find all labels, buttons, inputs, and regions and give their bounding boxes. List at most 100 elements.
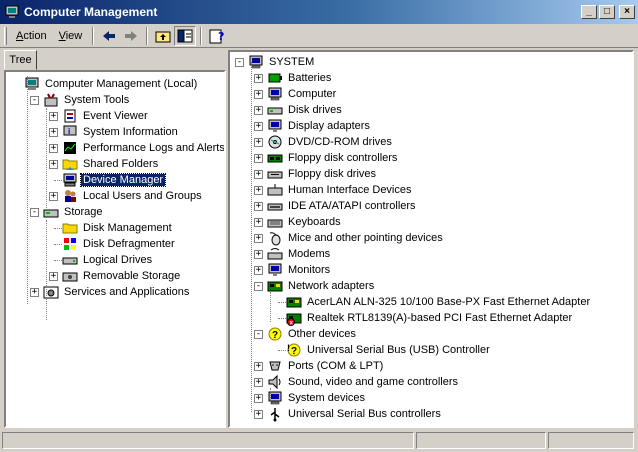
device-tree-label: Display adapters [288, 120, 370, 132]
collapse-button[interactable]: - [30, 96, 39, 105]
expand-button[interactable]: + [254, 234, 263, 243]
modem-icon [267, 248, 283, 260]
device-tree-label: Floppy disk controllers [288, 152, 398, 164]
tree-item-label: Services and Applications [64, 286, 190, 298]
expand-button[interactable]: + [49, 160, 58, 169]
expand-button[interactable]: + [49, 192, 58, 201]
device-tree-item[interactable]: ?! Universal Serial Bus (USB) Controller [286, 342, 492, 358]
back-button[interactable] [98, 26, 120, 46]
tree-item-system-tools[interactable]: System Tools [43, 92, 131, 108]
tree-item-logical-drives[interactable]: Logical Drives [62, 252, 154, 268]
expand-button[interactable]: + [254, 250, 263, 259]
device-tree-item[interactable]: Human Interface Devices [267, 182, 414, 198]
device-tree-item[interactable]: Network adapters [267, 278, 376, 294]
computer-management-icon [5, 5, 19, 18]
expand-button[interactable]: + [254, 378, 263, 387]
expand-button[interactable]: + [254, 394, 263, 403]
device-tree-item[interactable]: SYSTEM [248, 54, 316, 70]
expand-button[interactable]: + [254, 74, 263, 83]
device-tree-label: System devices [288, 392, 366, 404]
expand-button[interactable]: + [254, 122, 263, 131]
expand-button[interactable]: + [49, 112, 58, 121]
device-tree-item[interactable]: x Realtek RTL8139(A)-based PCI Fast Ether… [286, 310, 574, 326]
device-tree-label: Human Interface Devices [288, 184, 412, 196]
expand-button[interactable]: + [49, 144, 58, 153]
toolbar-grip[interactable] [4, 26, 7, 45]
device-tree-item[interactable]: Universal Serial Bus controllers [267, 406, 443, 422]
view-menu[interactable]: View [53, 28, 89, 44]
device-tree-item[interactable]: Keyboards [267, 214, 343, 230]
tree-item-system-information[interactable]: i System Information [62, 124, 180, 140]
device-tree-item[interactable]: Batteries [267, 70, 333, 86]
cdrom-icon [268, 135, 282, 149]
help-button[interactable]: ? [206, 26, 228, 46]
tree-item-storage[interactable]: Storage [43, 204, 105, 220]
device-tree-item[interactable]: Display adapters [267, 118, 372, 134]
monitor-icon [268, 119, 282, 132]
tree-item-event-viewer[interactable]: Event Viewer [62, 108, 150, 124]
device-tree-label: Disk drives [288, 104, 342, 116]
up-one-level-button[interactable] [152, 26, 174, 46]
tree-connector [278, 318, 286, 319]
device-tree-item[interactable]: Monitors [267, 262, 332, 278]
device-tree-item[interactable]: Sound, video and game controllers [267, 374, 460, 390]
expand-button[interactable]: + [254, 410, 263, 419]
toolbar: Action View ? [0, 24, 638, 48]
device-tree-label: Ports (COM & LPT) [288, 360, 384, 372]
expand-button[interactable]: + [254, 170, 263, 179]
expand-button[interactable]: + [254, 362, 263, 371]
tree-item-label: Local Users and Groups [83, 190, 202, 202]
tab-tree[interactable]: Tree [4, 50, 37, 70]
device-tree-item[interactable]: ? Other devices [267, 326, 358, 342]
expand-button[interactable]: + [254, 138, 263, 147]
expand-button[interactable]: + [254, 90, 263, 99]
device-tree-pane[interactable]: SYSTEM - Batteries + Computer + Disk drives + Di… [228, 50, 634, 428]
action-menu[interactable]: Action [10, 28, 53, 44]
collapse-button[interactable]: - [30, 208, 39, 217]
tree-connector [54, 180, 62, 181]
tree-item-disk-defragmenter[interactable]: Disk Defragmenter [62, 236, 177, 252]
tree-item-services-applications[interactable]: Services and Applications [43, 284, 191, 300]
device-tree-item[interactable]: Floppy disk controllers [267, 150, 399, 166]
collapse-button[interactable]: - [254, 282, 263, 291]
tree-item-shared-folders[interactable]: Shared Folders [62, 156, 160, 172]
status-cell-main [2, 432, 414, 449]
minimize-button[interactable]: _ [581, 5, 597, 19]
device-tree-item[interactable]: Mice and other pointing devices [267, 230, 445, 246]
expand-button[interactable]: + [254, 218, 263, 227]
expand-button[interactable]: + [49, 128, 58, 137]
device-tree-item[interactable]: Computer [267, 86, 338, 102]
device-tree-item[interactable]: DVD/CD-ROM drives [267, 134, 394, 150]
tree-item-computer-management[interactable]: Computer Management (Local) [24, 76, 199, 92]
expand-button[interactable]: + [254, 154, 263, 163]
tree-item-performance-logs[interactable]: Performance Logs and Alerts [62, 140, 224, 156]
expand-button[interactable]: + [254, 186, 263, 195]
expand-button[interactable]: + [30, 288, 39, 297]
device-tree-item[interactable]: Ports (COM & LPT) [267, 358, 385, 374]
device-tree-item[interactable]: IDE ATA/ATAPI controllers [267, 198, 418, 214]
expand-button[interactable]: + [254, 202, 263, 211]
tree-item-disk-management[interactable]: Disk Management [62, 220, 174, 236]
device-tree-label: IDE ATA/ATAPI controllers [288, 200, 416, 212]
close-button[interactable]: × [619, 5, 635, 19]
show-hide-tree-button[interactable] [174, 25, 197, 46]
tree-item-removable-storage[interactable]: Removable Storage [62, 268, 182, 284]
forward-button[interactable] [120, 26, 142, 46]
expand-button[interactable]: + [254, 266, 263, 275]
device-tree-item[interactable]: Floppy disk drives [267, 166, 378, 182]
collapse-button[interactable]: - [254, 330, 263, 339]
device-tree-item[interactable]: AcerLAN ALN-325 10/100 Base-PX Fast Ethe… [286, 294, 592, 310]
device-tree-item[interactable]: Modems [267, 246, 332, 262]
tree-item-local-users[interactable]: Local Users and Groups [62, 188, 204, 204]
collapse-button[interactable]: - [235, 58, 244, 67]
device-tree-item[interactable]: System devices [267, 390, 367, 406]
tree-item-label: Device Manager [79, 173, 167, 187]
tree-item-device-manager[interactable]: Device Manager [62, 172, 167, 188]
device-tree-item[interactable]: Disk drives [267, 102, 344, 118]
title-bar[interactable]: Computer Management _ □ × [0, 0, 638, 24]
maximize-button[interactable]: □ [599, 5, 615, 19]
svg-text:!: ! [287, 343, 290, 353]
expand-button[interactable]: + [49, 272, 58, 281]
console-tree-pane[interactable]: Computer Management (Local) System Tools -… [4, 70, 226, 428]
expand-button[interactable]: + [254, 106, 263, 115]
